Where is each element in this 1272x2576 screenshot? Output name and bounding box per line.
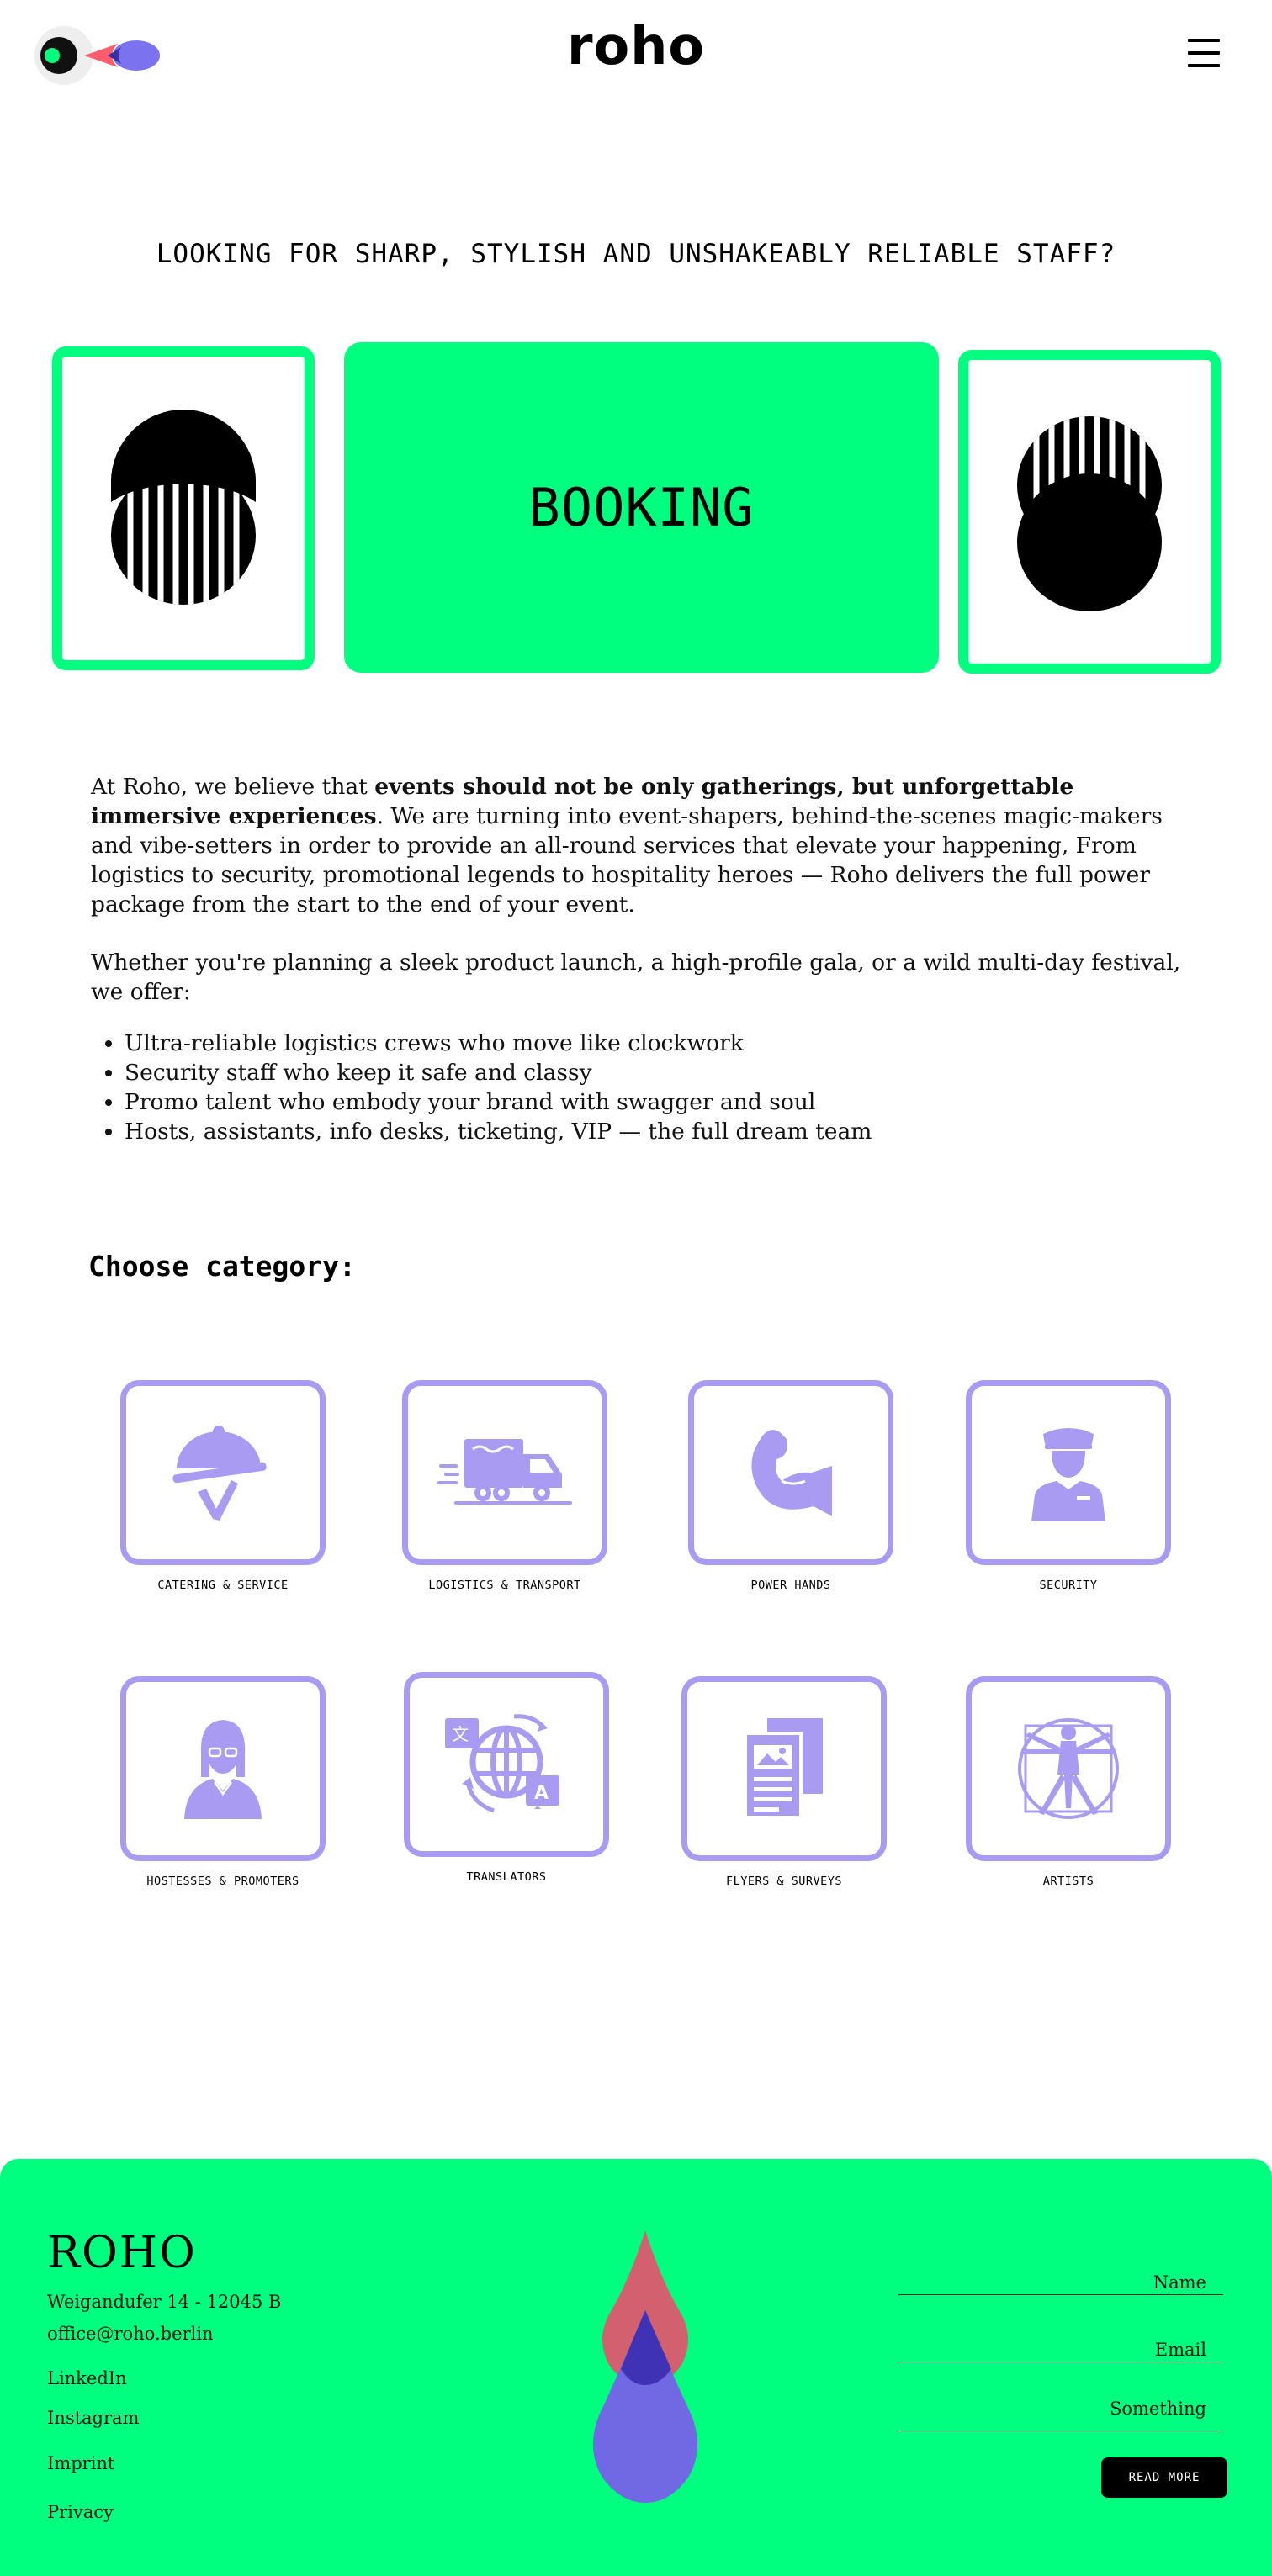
offer-item: Promo talent who embody your brand with … [125,1087,1185,1117]
name-input[interactable] [898,2272,1223,2293]
read-more-button[interactable]: READ MORE [1101,2457,1227,2498]
left-pattern-card [52,346,315,670]
right-pattern-card [958,350,1221,674]
svg-text:A: A [534,1783,549,1804]
offer-item: Hosts, assistants, info desks, ticketing… [125,1117,1185,1146]
category-label: Artists [1042,1875,1094,1888]
name-field[interactable] [898,2250,1223,2295]
flyers-documents-icon [744,1718,823,1819]
menu-button[interactable] [1188,39,1228,69]
footer-email[interactable]: office@roho.berlin [47,2324,214,2344]
footer-address: Weigandufer 14 - 12045 B [47,2292,282,2312]
footer-link-linkedin[interactable]: LinkedIn [47,2368,127,2388]
booking-label: BOOKING [528,477,755,538]
offer-list: Ultra-reliable logistics crews who move … [91,1029,1185,1146]
intro-paragraph: At Roho, we believe that events should n… [91,772,1185,919]
category-tile[interactable] [966,1380,1171,1565]
striped-circles-icon [1017,415,1162,611]
hamburger-menu-icon-bar [1188,51,1220,55]
footer: ROHO Weigandufer 14 - 12045 B office@roh… [0,2159,1272,2576]
category-label: Hostesses & Promoters [146,1875,299,1888]
email-input[interactable] [898,2340,1223,2360]
footer-brand: ROHO [47,2228,197,2278]
drop-illustration-icon [592,2230,698,2503]
category-tile[interactable] [688,1380,893,1565]
category-label: Logistics & Transport [428,1579,581,1592]
offer-item: Security staff who keep it safe and clas… [125,1058,1185,1087]
footer-link-privacy[interactable]: Privacy [47,2502,114,2522]
hamburger-menu-icon-bar [1188,64,1220,67]
category-label: Translators [466,1870,547,1884]
intro-text-start: At Roho, we believe that [91,774,375,800]
intro-text: At Roho, we believe that events should n… [91,772,1185,1146]
flexed-arm-icon [751,1430,832,1516]
email-field[interactable] [898,2317,1223,2362]
security-guard-icon [1031,1428,1105,1521]
vitruvian-man-icon [1018,1718,1119,1819]
category-label: Catering & Service [157,1579,289,1592]
translation-globe-icon: 文 A [445,1714,559,1813]
category-tile[interactable] [120,1380,326,1565]
category-label: Security [1039,1579,1098,1592]
hamburger-menu-icon [1188,39,1220,42]
svg-text:文: 文 [452,1724,469,1744]
category-tile[interactable] [966,1676,1171,1861]
footer-link-instagram[interactable]: Instagram [47,2408,139,2428]
category-tile[interactable] [402,1380,607,1565]
category-section-title: Choose category: [88,1250,356,1283]
striped-circles-icon [111,409,256,605]
hostess-icon [184,1720,262,1819]
category-tile[interactable] [120,1676,326,1861]
message-input[interactable] [898,2399,1223,2419]
category-label: Power Hands [750,1579,831,1592]
catering-cloche-icon [172,1426,267,1521]
message-field[interactable] [898,2386,1223,2431]
footer-link-imprint[interactable]: Imprint [47,2453,114,2473]
hero-headline: LOOKING FOR SHARP, STYLISH AND UNSHAKEAB… [156,239,1116,269]
booking-card[interactable]: BOOKING [344,342,939,673]
offer-intro: Whether you're planning a sleek product … [91,949,1181,1005]
brand-wordmark[interactable]: roho [0,15,1272,77]
category-tile[interactable]: 文 A [404,1672,609,1857]
category-tile[interactable] [681,1676,887,1861]
delivery-truck-icon [437,1439,572,1505]
offer-item: Ultra-reliable logistics crews who move … [125,1029,1185,1058]
category-label: Flyers & Surveys [725,1875,843,1888]
